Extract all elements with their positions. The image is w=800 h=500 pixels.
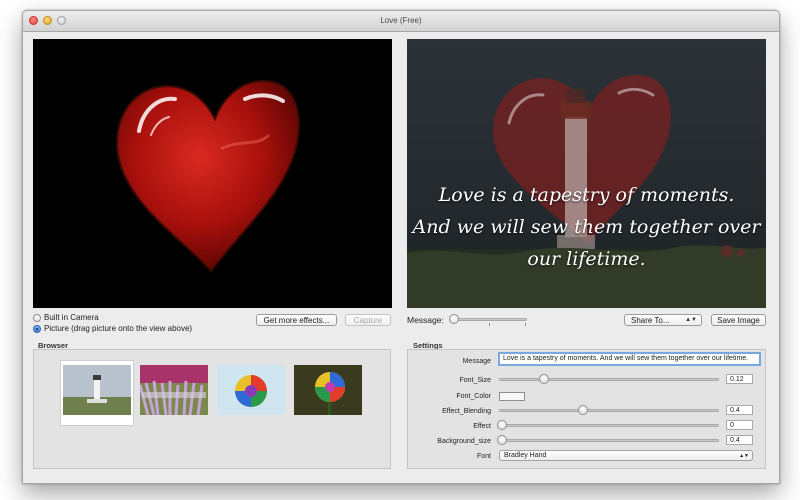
effect-slider-track[interactable] (499, 424, 719, 427)
picture-radio[interactable] (33, 324, 41, 333)
font-size-slider-track[interactable] (499, 378, 719, 381)
font-size-slider-knob[interactable] (539, 374, 549, 384)
message-slider-knob[interactable] (449, 314, 459, 324)
message-setting-label: Message (462, 358, 491, 365)
background-size-slider-knob[interactable] (497, 435, 507, 445)
browser-panel (33, 349, 391, 469)
background-size-slider-track[interactable] (499, 439, 719, 442)
settings-panel: Message Love is a tapestry of moments. A… (407, 349, 766, 469)
zoom-window-button[interactable] (57, 16, 66, 25)
close-window-button[interactable] (29, 16, 38, 25)
overlay-message-text: Love is a tapestry of moments. And we wi… (407, 179, 766, 275)
background-size-value-field[interactable]: 0.4 (726, 435, 753, 445)
popup-arrows-icon: ▲▼ (685, 317, 697, 323)
message-text-field[interactable]: Love is a tapestry of moments. And we wi… (498, 352, 761, 366)
thumbnail-lighthouse[interactable] (63, 365, 131, 415)
background-size-label: Background_size (437, 438, 491, 445)
heart-picture (115, 79, 300, 273)
overlay-line: Love is a tapestry of moments. (438, 184, 735, 206)
built-in-camera-radio[interactable] (33, 313, 41, 322)
effect-value-field[interactable]: 0 (726, 420, 753, 430)
font-color-label: Font_Color (456, 393, 491, 400)
output-preview-view[interactable]: Love is a tapestry of moments. And we wi… (407, 39, 766, 308)
slider-tick (525, 323, 526, 326)
picture-option[interactable]: Picture (drag picture onto the view abov… (33, 324, 192, 333)
app-window: Love (Free) Love is a tapestry of moment… (22, 10, 780, 484)
built-in-camera-label: Built in Camera (44, 313, 99, 322)
save-image-button[interactable]: Save Image (711, 314, 766, 326)
effect-slider-knob[interactable] (497, 420, 507, 430)
thumbnail-rainbow-rose-dark[interactable] (294, 365, 362, 415)
font-size-value-field[interactable]: 0.12 (726, 374, 753, 384)
overlay-line: our lifetime. (527, 248, 646, 270)
popup-arrows-icon: ▲▼ (739, 453, 749, 459)
capture-button[interactable]: Capture (345, 314, 391, 326)
effect-blending-value-field[interactable]: 0.4 (726, 405, 753, 415)
source-picture-view[interactable] (33, 39, 392, 308)
effect-blending-slider-track[interactable] (499, 409, 719, 412)
font-color-swatch[interactable] (499, 392, 525, 401)
minimize-window-button[interactable] (43, 16, 52, 25)
font-popup[interactable]: Bradley Hand ▲▼ (499, 450, 753, 461)
share-to-label: Share To... (631, 316, 670, 325)
built-in-camera-option[interactable]: Built in Camera (33, 313, 99, 322)
effect-blending-label: Effect_Blending (442, 408, 491, 415)
font-popup-value: Bradley Hand (504, 452, 547, 459)
effect-blending-slider-knob[interactable] (578, 405, 588, 415)
font-label: Font (476, 453, 491, 460)
font-size-label: Font_Size (459, 377, 491, 384)
message-slider-track[interactable] (451, 318, 527, 321)
message-slider-label: Message: (407, 315, 444, 325)
picture-option-label: Picture (drag picture onto the view abov… (44, 324, 193, 333)
window-title: Love (Free) (380, 16, 422, 25)
thumbnail-flower-field[interactable] (140, 365, 208, 415)
slider-tick (489, 323, 490, 326)
thumbnail-rainbow-rose[interactable] (217, 365, 285, 415)
effect-label: Effect (473, 423, 491, 430)
title-bar[interactable]: Love (Free) (23, 11, 779, 32)
share-to-popup[interactable]: Share To... ▲▼ (624, 314, 702, 326)
get-more-effects-button[interactable]: Get more effects... (256, 314, 337, 326)
overlay-line: And we will sew them together over (412, 216, 761, 238)
